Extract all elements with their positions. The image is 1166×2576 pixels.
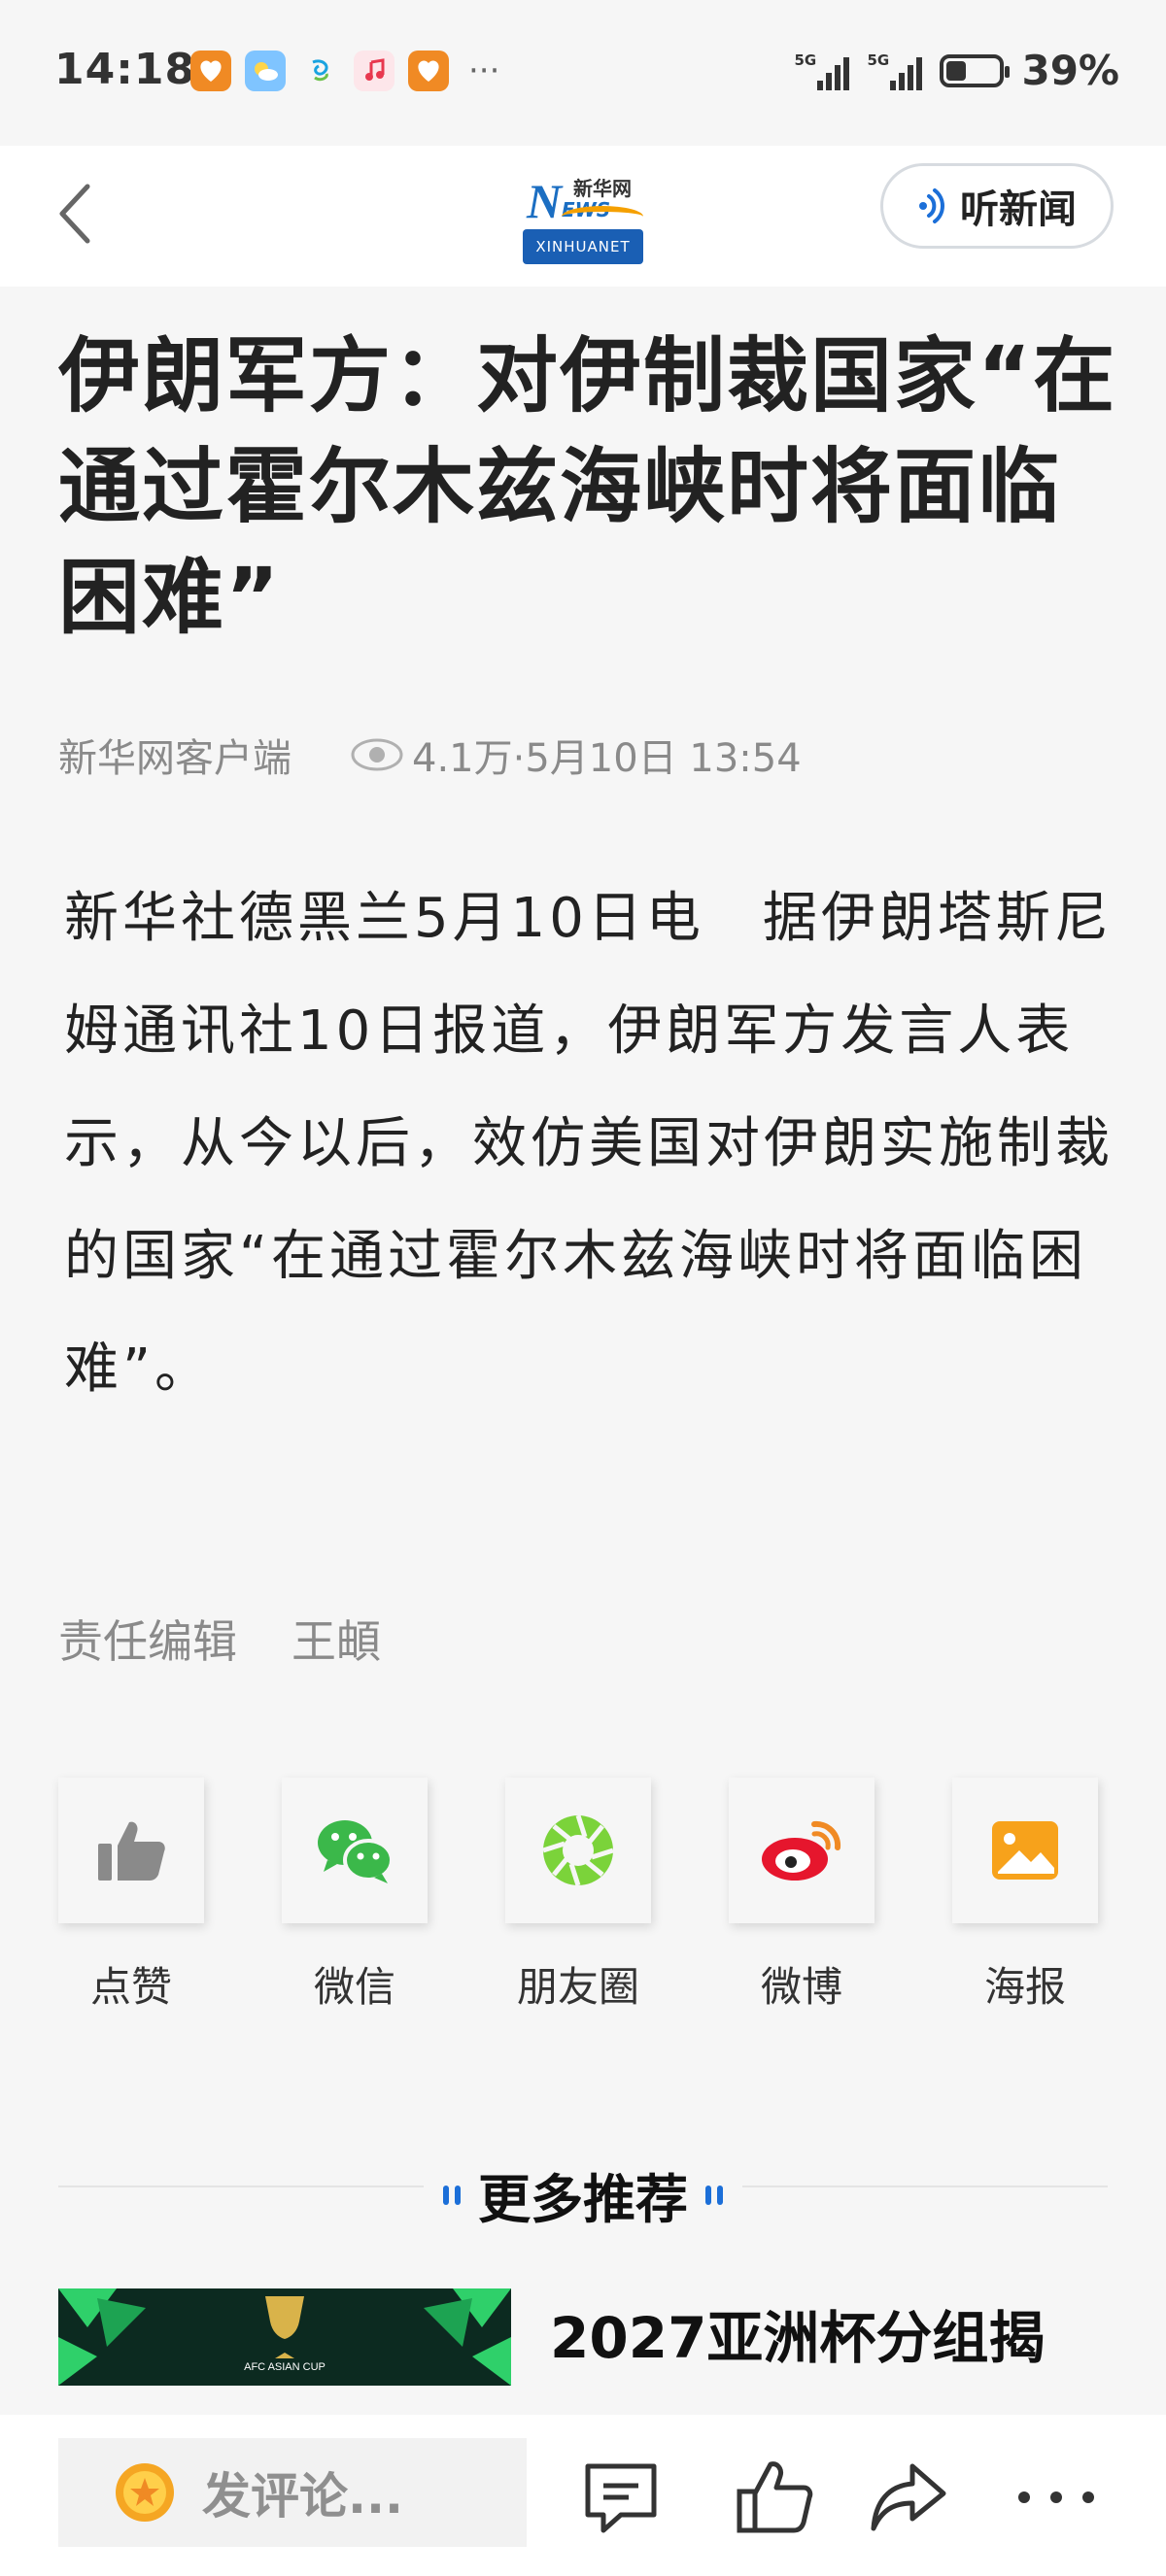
article-source: 新华网客户端 xyxy=(58,736,292,781)
editor-label: 责任编辑 xyxy=(58,1615,237,1668)
share-tile xyxy=(952,1778,1098,1923)
status-bar: 14:18 ··· 5G 5G 39% xyxy=(0,0,1166,146)
wechat-share-button[interactable]: 微信 xyxy=(282,1778,428,2014)
battery-level-fill xyxy=(946,60,967,81)
recommendation-thumbnail: AFC ASIAN CUP xyxy=(58,2288,511,2386)
poster-share-button[interactable]: 海报 xyxy=(952,1778,1098,2014)
svg-text:AFC ASIAN CUP: AFC ASIAN CUP xyxy=(244,2361,326,2373)
weather-app-icon xyxy=(245,51,286,91)
comments-button[interactable] xyxy=(577,2454,665,2541)
battery-percent: 39% xyxy=(1021,47,1119,94)
weibo-icon xyxy=(762,1820,841,1881)
audio-wave-icon xyxy=(919,188,944,223)
top-nav: N 新华网 EWS XINHUANET 听新闻 xyxy=(0,146,1166,287)
article-body: 新华社德黑兰5月10日电 据伊朗塔斯尼姆通讯社10日报道，伊朗军方发言人表示，从… xyxy=(64,887,1114,1401)
share-tile xyxy=(282,1778,428,1923)
bottom-action-bar: 发评论... xyxy=(0,2415,1166,2576)
moments-icon xyxy=(542,1814,614,1886)
article-title: 伊朗军方：对伊制裁国家“在通过霍尔木兹海峡时将面临困难” xyxy=(58,328,1117,645)
more-notifications-icon: ··· xyxy=(468,51,500,90)
more-recommendations-header: 更多推荐 xyxy=(58,2156,1108,2233)
thumbs-up-icon xyxy=(98,1821,165,1881)
article-views-time: 4.1万·5月10日 13:54 xyxy=(412,736,802,781)
accent-bars-icon xyxy=(443,2185,461,2205)
battery-icon xyxy=(940,53,1011,87)
comment-icon xyxy=(585,2463,657,2533)
accent-bars-icon xyxy=(705,2185,723,2205)
moments-share-button[interactable]: 朋友圈 xyxy=(505,1778,651,2014)
section-title: 更多推荐 xyxy=(478,2169,688,2230)
thumbs-up-outline-icon xyxy=(737,2461,813,2533)
more-options-button[interactable] xyxy=(1012,2454,1100,2541)
wechat-icon xyxy=(318,1820,394,1883)
taobao-app-icon xyxy=(190,51,231,91)
weibo-share-button[interactable]: 微博 xyxy=(729,1778,874,2014)
comment-input[interactable]: 发评论... xyxy=(58,2438,527,2547)
back-button[interactable] xyxy=(54,175,97,253)
like-button[interactable]: 点赞 xyxy=(58,1778,204,2014)
system-indicators: 5G 5G 39% xyxy=(794,47,1119,94)
share-tile xyxy=(58,1778,204,1923)
chevron-left-icon xyxy=(59,184,90,244)
poster-icon xyxy=(992,1821,1058,1880)
recommendation-item[interactable]: AFC ASIAN CUP 2027亚洲杯分组揭 xyxy=(58,2288,1117,2386)
signal-icon-1: 5G xyxy=(794,51,850,90)
taobao-app-icon-2 xyxy=(408,51,449,91)
share-row: 点赞 微信 朋友圈 微博 海报 xyxy=(58,1778,1098,2014)
signal-icon-2: 5G xyxy=(867,51,923,90)
view-count-icon xyxy=(351,738,403,771)
recommendation-title: 2027亚洲杯分组揭 xyxy=(550,2305,1046,2371)
music-app-icon xyxy=(354,51,394,91)
share-arrow-icon xyxy=(871,2463,946,2531)
notification-icons: ··· xyxy=(190,51,499,91)
share-tile xyxy=(505,1778,651,1923)
like-button-bottom[interactable] xyxy=(731,2454,818,2541)
editor-credit: 责任编辑 王頔 xyxy=(58,1607,381,1671)
listen-news-button[interactable]: 听新闻 xyxy=(880,163,1114,249)
medal-icon xyxy=(116,2463,174,2522)
share-button[interactable] xyxy=(865,2454,952,2541)
china-mobile-icon xyxy=(299,51,340,91)
article-meta: 新华网客户端 4.1万·5月10日 13:54 xyxy=(58,727,802,783)
xinhuanet-logo: N 新华网 EWS XINHUANET xyxy=(523,167,643,264)
share-tile xyxy=(729,1778,874,1923)
more-dots-icon xyxy=(1018,2491,1094,2503)
editor-name: 王頔 xyxy=(292,1615,381,1668)
status-time: 14:18 xyxy=(54,45,196,94)
